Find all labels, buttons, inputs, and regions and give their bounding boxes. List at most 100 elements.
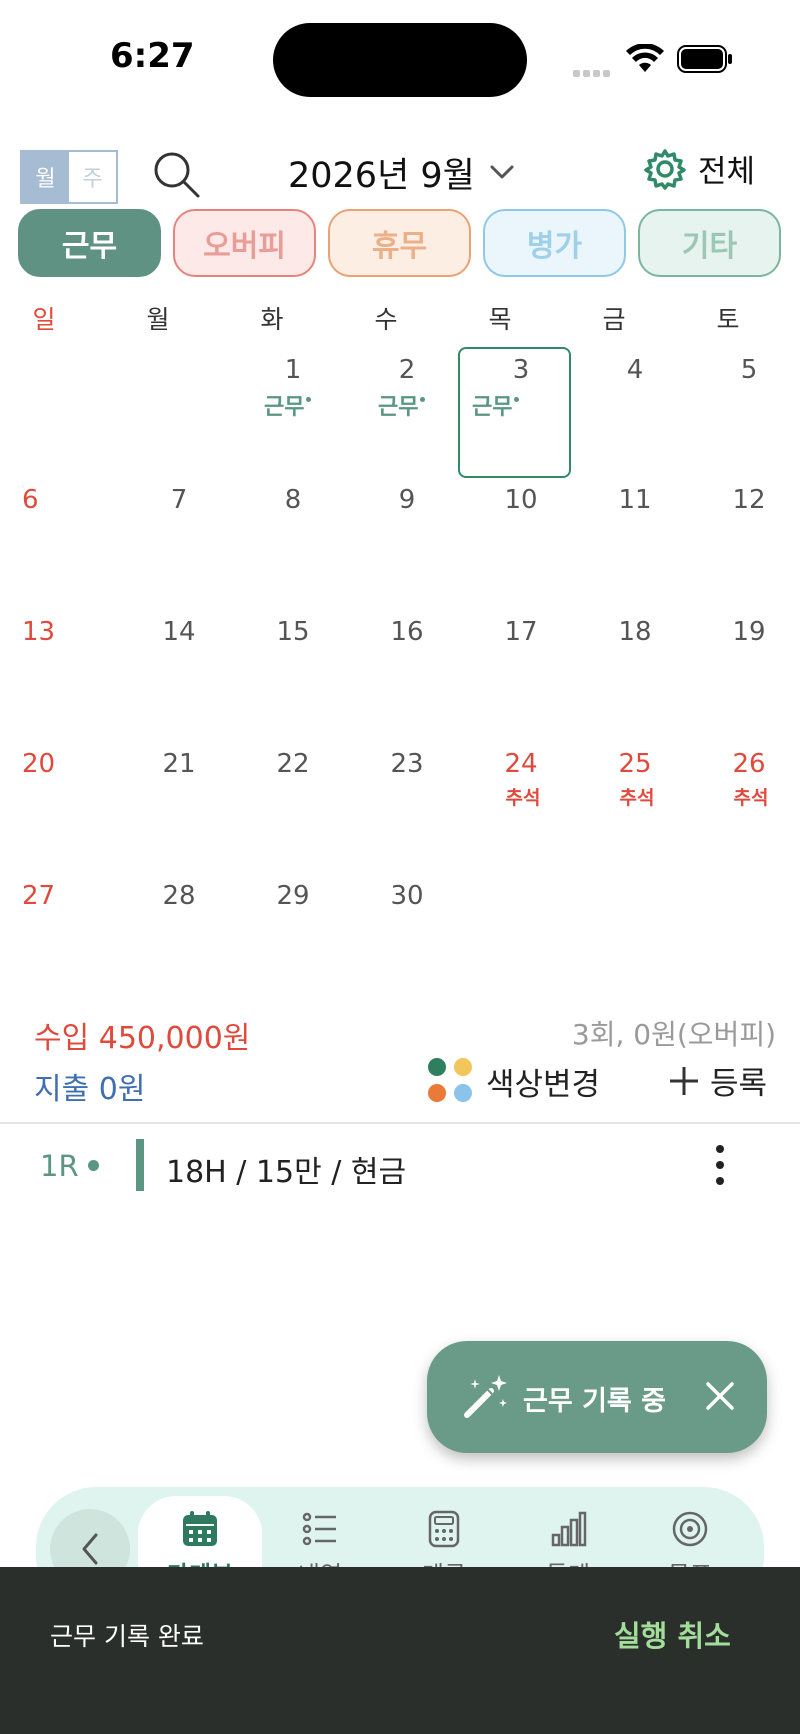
status-bar: 6:27 [0, 0, 800, 120]
calendar-day[interactable]: 19 [694, 617, 800, 747]
color-change-button[interactable]: 색상변경 [428, 1058, 600, 1104]
calendar-day[interactable]: 6 [10, 485, 120, 615]
calendar-day[interactable]: 10 [466, 485, 576, 615]
chip-0[interactable]: 근무 [18, 209, 161, 277]
dynamic-island [273, 23, 527, 97]
chip-1[interactable]: 오버피 [173, 209, 316, 277]
record-round: 1R [40, 1149, 79, 1183]
calendar-day[interactable]: 12 [694, 485, 800, 615]
more-vertical-icon[interactable] [710, 1143, 730, 1187]
bar-chart-icon [551, 1511, 587, 1547]
work-count-summary: 3회, 0원(오버피) [571, 1018, 776, 1051]
recording-status-button[interactable]: 근무 기록 중 [427, 1341, 767, 1453]
day-number: 11 [618, 485, 652, 515]
divider [0, 1122, 800, 1124]
close-icon[interactable] [701, 1377, 739, 1415]
income-total: 수입 450,000원 [34, 1021, 251, 1056]
day-number: 25 [618, 749, 652, 779]
calculator-icon [428, 1510, 460, 1548]
month-view-toggle[interactable]: 월 [22, 152, 69, 202]
month-selector[interactable]: 2026년 9월 [288, 150, 515, 196]
chip-3[interactable]: 병가 [483, 209, 626, 277]
calendar-day[interactable]: 24 추석 [466, 749, 576, 879]
weekday-label: 일 [32, 305, 56, 334]
day-number: 29 [276, 881, 310, 911]
day-number: 7 [170, 485, 188, 515]
work-dot [306, 397, 312, 402]
calendar-day[interactable]: 21 [124, 749, 234, 879]
weekday-label: 수 [374, 305, 398, 334]
cellular-signal-icon [573, 62, 615, 77]
day-number: 5 [740, 355, 758, 385]
calendar-day[interactable]: 8 [238, 485, 348, 615]
search-icon[interactable] [150, 148, 202, 200]
calendar-day[interactable]: 26 추석 [694, 749, 800, 879]
calendar-day[interactable]: 28 [124, 881, 234, 1011]
day-number: 12 [732, 485, 766, 515]
calendar-day[interactable]: 13 [10, 617, 120, 747]
recording-status-label: 근무 기록 중 [523, 1386, 666, 1417]
color-change-label: 색상변경 [486, 1066, 601, 1103]
day-number: 17 [504, 617, 538, 647]
day-number: 28 [162, 881, 196, 911]
holiday-label: 추석 [505, 787, 541, 809]
snackbar-message: 근무 기록 완료 [50, 1622, 204, 1651]
calendar-day[interactable]: 27 [10, 881, 120, 1011]
calendar-day[interactable]: 5 [694, 355, 800, 485]
weekday-label: 목 [488, 305, 512, 334]
settings-button[interactable]: 전체 [644, 146, 755, 191]
day-number: 13 [22, 617, 56, 647]
day-number: 19 [732, 617, 766, 647]
calendar-day[interactable]: 7 [124, 485, 234, 615]
calendar-day[interactable]: 18 [580, 617, 690, 747]
work-badge: 근무 [472, 389, 520, 421]
calendar-icon [183, 1511, 217, 1546]
undo-button[interactable]: 실행 취소 [614, 1613, 731, 1655]
calendar-day[interactable]: 23 [352, 749, 462, 879]
plus-icon [670, 1066, 698, 1095]
day-number: 10 [504, 485, 538, 515]
calendar-day[interactable]: 16 [352, 617, 462, 747]
calendar-day[interactable]: 4 [580, 355, 690, 485]
calendar-day[interactable]: 29 [238, 881, 348, 1011]
calendar-day[interactable]: 17 [466, 617, 576, 747]
calendar-day[interactable]: 25 추석 [580, 749, 690, 879]
record-row[interactable]: 1R 18H / 15만 / 현금 [0, 1135, 800, 1195]
expense-total: 지출 0원 [34, 1072, 146, 1107]
holiday-label: 추석 [619, 787, 655, 809]
calendar-day[interactable]: 11 [580, 485, 690, 615]
calendar-day[interactable]: 9 [352, 485, 462, 615]
chevron-down-icon [490, 165, 514, 179]
gear-icon [644, 148, 686, 190]
calendar-day[interactable]: 2 근무 [352, 355, 462, 485]
snackbar: 근무 기록 완료 실행 취소 [0, 1567, 800, 1734]
work-badge-label: 근무 [264, 395, 305, 420]
palette-icon [428, 1058, 474, 1104]
calendar-day[interactable]: 15 [238, 617, 348, 747]
calendar-day[interactable]: 22 [238, 749, 348, 879]
view-toggle: 월 주 [20, 150, 118, 204]
day-number: 9 [398, 485, 416, 515]
weekday-label: 화 [260, 305, 284, 334]
day-number: 16 [390, 617, 424, 647]
battery-icon [677, 45, 732, 73]
day-number: 27 [22, 881, 56, 911]
day-number: 21 [162, 749, 196, 779]
calendar-day[interactable]: 3 근무 [466, 355, 576, 485]
holiday-label: 추석 [733, 787, 769, 809]
day-number: 2 [398, 355, 416, 385]
wifi-icon [626, 44, 664, 72]
chip-2[interactable]: 휴무 [328, 209, 471, 277]
register-label: 등록 [710, 1066, 768, 1102]
week-view-toggle[interactable]: 주 [69, 152, 116, 202]
day-number: 14 [162, 617, 196, 647]
calendar-day[interactable]: 14 [124, 617, 234, 747]
chip-4[interactable]: 기타 [638, 209, 781, 277]
work-badge: 근무 [264, 389, 312, 421]
register-button[interactable]: 등록 [668, 1058, 767, 1103]
day-number: 1 [284, 355, 302, 385]
calendar-day[interactable]: 30 [352, 881, 462, 1011]
calendar-day[interactable]: 1 근무 [238, 355, 348, 485]
day-number: 15 [276, 617, 310, 647]
calendar-day[interactable]: 20 [10, 749, 120, 879]
